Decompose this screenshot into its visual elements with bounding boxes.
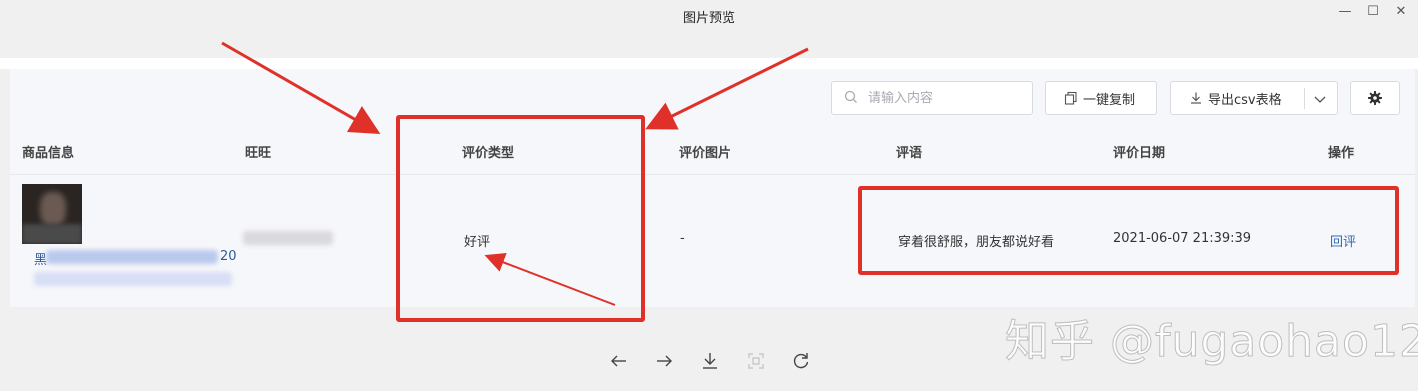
chevron-down-icon[interactable] <box>1312 91 1328 107</box>
button-divider <box>1304 88 1305 109</box>
window-title: 图片预览 <box>682 11 735 26</box>
header-review-images: 评价图片 <box>679 146 732 161</box>
export-button-label: 导出csv表格 <box>1208 92 1282 108</box>
prev-icon[interactable] <box>608 350 630 372</box>
next-icon[interactable] <box>653 350 675 372</box>
header-wangwang: 旺旺 <box>245 146 272 161</box>
settings-button[interactable] <box>1350 81 1400 115</box>
header-product-info: 商品信息 <box>22 146 75 161</box>
search-icon <box>844 90 857 103</box>
header-actions: 操作 <box>1328 146 1355 161</box>
copy-button-label: 一键复制 <box>1083 92 1136 108</box>
copy-all-button[interactable]: 一键复制 <box>1045 81 1157 115</box>
minimize-button[interactable]: — <box>1336 4 1354 20</box>
header-comment: 评语 <box>896 146 923 161</box>
export-csv-button[interactable]: 导出csv表格 <box>1170 81 1338 115</box>
product-title-end[interactable]: 20 <box>220 249 237 264</box>
blurred-wangwang <box>243 231 333 245</box>
maximize-button[interactable]: ☐ <box>1364 4 1382 20</box>
download-icon <box>1191 92 1201 104</box>
search-input[interactable] <box>868 88 1023 108</box>
watermark: 知乎 @fugaohao123 <box>1005 316 1418 368</box>
close-button[interactable]: ✕ <box>1392 4 1410 20</box>
header-divider <box>10 174 1415 175</box>
highlight-box-review-type <box>396 115 645 322</box>
header-review-date: 评价日期 <box>1113 146 1166 161</box>
rotate-icon[interactable] <box>790 350 812 372</box>
review-images-cell: - <box>680 231 685 246</box>
highlight-box-comment-row <box>858 186 1399 275</box>
search-box[interactable] <box>831 81 1033 115</box>
blurred-product-subtitle <box>34 272 232 286</box>
download-icon[interactable] <box>699 350 721 372</box>
gear-icon <box>1368 91 1382 105</box>
fit-icon[interactable] <box>745 350 767 372</box>
window-titlebar: 图片预览 — ☐ ✕ <box>0 0 1418 32</box>
copy-icon <box>1064 91 1077 105</box>
blurred-product-title <box>46 250 218 264</box>
product-thumbnail[interactable] <box>22 184 82 244</box>
image-top-margin <box>0 58 1418 69</box>
